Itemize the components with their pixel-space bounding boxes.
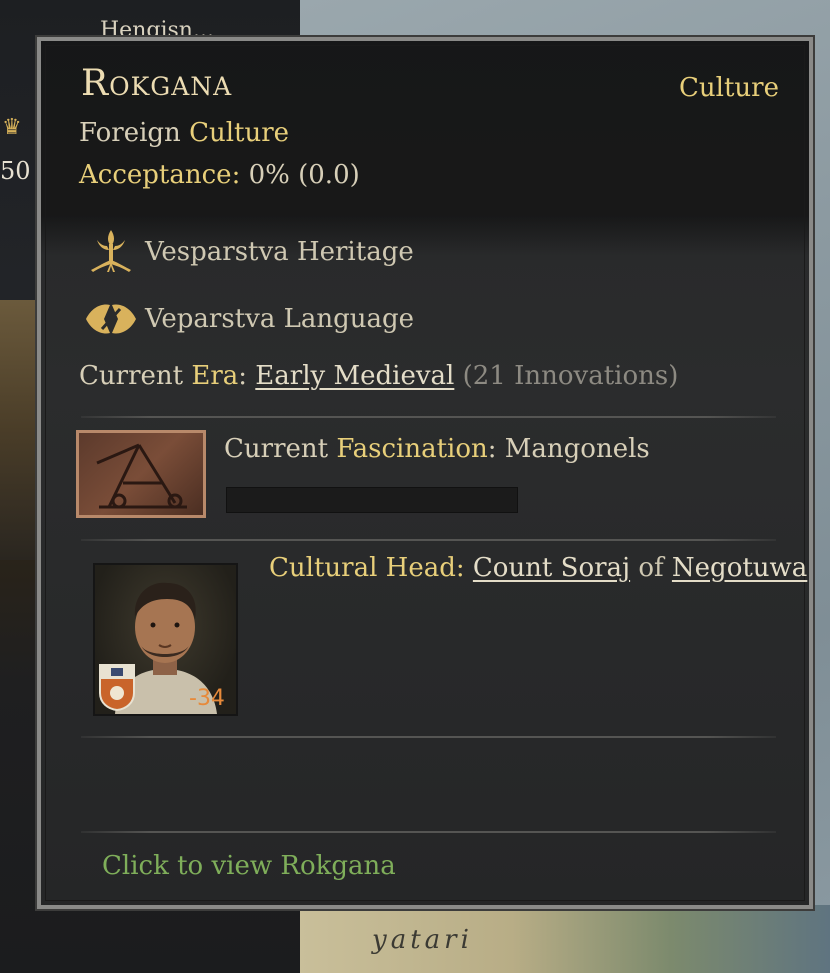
crown-icon: ♛ xyxy=(2,115,22,140)
era-prefix: Current xyxy=(79,361,184,391)
heritage-icon xyxy=(83,224,139,280)
fascination-line: Current Fascination: Mangonels xyxy=(224,434,650,464)
fascination-value: Mangonels xyxy=(504,434,650,464)
divider xyxy=(81,831,776,833)
foreign-culture-word: Culture xyxy=(189,118,290,148)
era-link[interactable]: Early Medieval xyxy=(255,361,454,391)
fascination-word: Fascination xyxy=(336,434,488,464)
fascination-colon: : xyxy=(487,434,497,464)
language-row[interactable]: Veparstva Language xyxy=(83,291,414,347)
era-innovations: (21 Innovations) xyxy=(462,361,679,391)
culture-tooltip: Rokgana Culture Foreign Culture Acceptan… xyxy=(35,35,815,911)
map-region-label: yatari xyxy=(372,925,473,955)
culture-title: Rokgana xyxy=(81,63,233,104)
acceptance-value: 0% (0.0) xyxy=(248,160,360,190)
background-stat-number: 50 xyxy=(0,157,31,185)
divider xyxy=(81,736,776,738)
acceptance-label: Acceptance: xyxy=(79,160,241,190)
fascination-image[interactable] xyxy=(76,430,206,518)
divider xyxy=(81,416,776,418)
divider xyxy=(81,539,776,541)
foreign-prefix: Foreign xyxy=(79,118,181,148)
heritage-label: Vesparstva Heritage xyxy=(145,237,414,267)
language-label: Veparstva Language xyxy=(145,304,415,334)
fascination-progress-bar xyxy=(226,487,518,513)
fascination-prefix: Current xyxy=(224,434,329,464)
cultural-head-name-link[interactable]: Count Soraj xyxy=(473,553,630,583)
language-icon xyxy=(83,291,139,347)
current-era-line: Current Era: Early Medieval (21 Innovati… xyxy=(79,361,678,391)
era-colon: : xyxy=(238,361,248,391)
cultural-head-line: Cultural Head: Count Soraj of Negotuwa xyxy=(269,553,807,583)
era-word: Era xyxy=(191,361,239,391)
character-age-badge: -34 xyxy=(189,686,225,711)
tooltip-type-label: Culture xyxy=(679,73,779,103)
cultural-head-realm-link[interactable]: Negotuwa xyxy=(672,553,807,583)
background-scene-strip xyxy=(0,300,40,560)
coat-of-arms-icon[interactable] xyxy=(98,663,136,712)
cultural-head-of: of xyxy=(638,553,664,583)
foreign-culture-line: Foreign Culture xyxy=(79,118,289,148)
cultural-head-label: Cultural Head: xyxy=(269,553,465,583)
acceptance-line: Acceptance: 0% (0.0) xyxy=(79,160,360,190)
click-to-view-hint[interactable]: Click to view Rokgana xyxy=(102,851,396,881)
heritage-row[interactable]: Vesparstva Heritage xyxy=(83,224,414,280)
